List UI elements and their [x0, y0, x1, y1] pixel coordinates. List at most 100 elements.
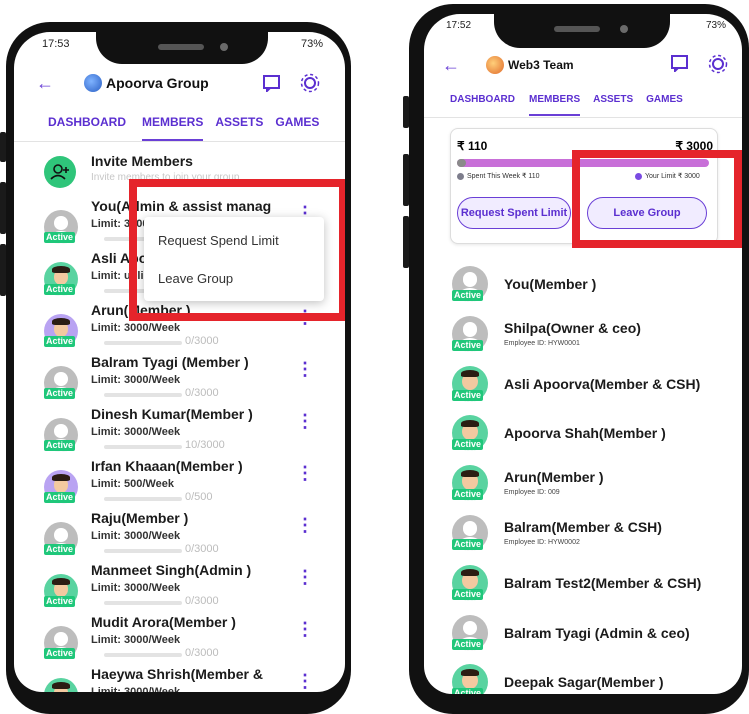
- member-row[interactable]: Active Deepak Sagar(Member ): [424, 660, 742, 694]
- back-arrow-icon[interactable]: ←: [442, 56, 460, 74]
- member-row[interactable]: Active Irfan Khaaan(Member ) Limit: 500/We…: [14, 458, 345, 512]
- usage-bar: [104, 497, 182, 501]
- add-user-icon: [50, 164, 69, 180]
- member-row[interactable]: Active Balram Tyagi (Member ) Limit: 3000/…: [14, 354, 345, 408]
- status-badge: Active: [44, 388, 76, 399]
- status-badge: Active: [44, 544, 76, 555]
- member-row[interactable]: Active Balram(Member & CSH) Employee ID: H…: [424, 511, 742, 559]
- tab-members[interactable]: MEMBERS: [142, 115, 204, 141]
- member-name: Balram(Member & CSH): [504, 519, 662, 535]
- highlight-box: [572, 150, 742, 248]
- status-badge: Active: [44, 440, 76, 451]
- tab-assets[interactable]: ASSETS: [215, 115, 263, 141]
- group-title: Apoorva Group: [106, 75, 209, 91]
- group-title: Web3 Team: [508, 58, 574, 72]
- member-row[interactable]: Active Raju(Member ) Limit: 3000/Week 0/300…: [14, 510, 345, 564]
- status-battery: 73%: [300, 38, 323, 50]
- member-row[interactable]: Active Shilpa(Owner & ceo) Employee ID: HY…: [424, 312, 742, 360]
- side-button: [403, 154, 409, 206]
- notch: [494, 14, 670, 48]
- usage-bar: [104, 445, 182, 449]
- usage-value: 0/3000: [185, 647, 219, 659]
- group-avatar: [84, 74, 102, 92]
- chat-icon[interactable]: [670, 54, 690, 72]
- member-name: Haeywa Shrish(Member &: [91, 666, 263, 682]
- member-limit: Limit: 3000/Week: [91, 634, 181, 646]
- member-limit: Limit: 3000/Week: [91, 374, 181, 386]
- more-options-icon[interactable]: ⋮: [296, 464, 314, 482]
- side-button: [403, 216, 409, 268]
- status-badge: Active: [452, 290, 484, 301]
- member-limit: Limit: 3000/Week: [91, 426, 181, 438]
- status-badge: Active: [452, 539, 484, 550]
- status-badge: Active: [452, 688, 484, 694]
- phone-right: 17:52 73% ← Web3 Team DASHBOARD MEMBERS …: [403, 4, 749, 714]
- invite-avatar: [44, 156, 76, 188]
- member-name: Raju(Member ): [91, 510, 189, 526]
- more-options-icon[interactable]: ⋮: [296, 672, 314, 690]
- status-badge: Active: [452, 439, 484, 451]
- settings-gear-icon[interactable]: [300, 73, 320, 93]
- member-limit: Limit: 500/Week: [91, 478, 174, 490]
- usage-value: 10/3000: [185, 439, 225, 451]
- tab-dashboard[interactable]: DASHBOARD: [48, 115, 126, 141]
- more-options-icon[interactable]: ⋮: [296, 412, 314, 430]
- usage-value: 0/3000: [185, 387, 219, 399]
- tab-divider: [424, 117, 742, 118]
- member-name: Arun(Member ): [504, 469, 604, 486]
- back-arrow-icon[interactable]: ←: [36, 74, 54, 92]
- tab-dashboard[interactable]: DASHBOARD: [450, 94, 515, 116]
- status-badge: Active: [44, 492, 76, 503]
- tab-members[interactable]: MEMBERS: [529, 94, 581, 116]
- more-options-icon[interactable]: ⋮: [296, 568, 314, 586]
- member-row[interactable]: Active Manmeet Singh(Admin ) Limit: 3000/W…: [14, 562, 345, 616]
- status-battery: 73%: [705, 20, 726, 31]
- member-name: Deepak Sagar(Member ): [504, 674, 664, 691]
- status-badge: Active: [44, 596, 76, 607]
- usage-bar: [104, 393, 182, 397]
- side-button: [403, 96, 409, 128]
- tab-games[interactable]: GAMES: [275, 115, 319, 141]
- settings-gear-icon[interactable]: [708, 54, 728, 74]
- member-row[interactable]: Active Asli Apoorva(Member & CSH): [424, 362, 742, 410]
- member-name: Shilpa(Owner & ceo): [504, 319, 641, 336]
- status-badge: Active: [44, 336, 76, 347]
- screen-left: 17:53 73% ← Apoorva Group DASHBOARD MEMB…: [14, 32, 345, 692]
- member-row[interactable]: Active Balram Test2(Member & CSH): [424, 561, 742, 609]
- invite-title: Invite Members: [91, 153, 193, 169]
- member-row[interactable]: Active Dinesh Kumar(Member ) Limit: 3000/W…: [14, 406, 345, 460]
- member-name: Irfan Khaaan(Member ): [91, 458, 243, 474]
- member-name: You(Member ): [504, 276, 597, 292]
- more-options-icon[interactable]: ⋮: [296, 516, 314, 534]
- tab-bar: DASHBOARD MEMBERS ASSETS GAMES: [48, 115, 319, 141]
- side-button: [0, 132, 6, 162]
- member-row[interactable]: ActiveHaeywa Shrish(Member &Limit: 3000/…: [14, 666, 345, 692]
- status-badge: Active: [452, 588, 484, 600]
- status-time: 17:53: [42, 38, 70, 50]
- member-row[interactable]: Active Balram Tyagi (Admin & ceo): [424, 611, 742, 659]
- tab-games[interactable]: GAMES: [646, 94, 683, 116]
- legend-spent: Spent This Week ₹ 110: [467, 173, 540, 180]
- employee-id: Employee ID: HYW0002: [504, 539, 580, 546]
- request-spent-limit-button[interactable]: Request Spent Limit: [457, 197, 571, 229]
- highlight-box: [129, 179, 345, 321]
- member-limit: Limit: 3000/Week: [91, 686, 181, 692]
- notch: [96, 32, 268, 64]
- status-badge: Active: [44, 232, 76, 243]
- member-row[interactable]: Active Mudit Arora(Member ) Limit: 3000/We…: [14, 614, 345, 668]
- member-name: Manmeet Singh(Admin ): [91, 562, 252, 578]
- avatar: [44, 678, 78, 692]
- more-options-icon[interactable]: ⋮: [296, 620, 314, 638]
- member-limit: Limit: 3000/Week: [91, 322, 181, 334]
- more-options-icon[interactable]: ⋮: [296, 360, 314, 378]
- usage-bar: [104, 549, 182, 553]
- screen-right: 17:52 73% ← Web3 Team DASHBOARD MEMBERS …: [424, 14, 742, 694]
- usage-bar: [104, 341, 182, 345]
- tab-assets[interactable]: ASSETS: [593, 94, 633, 116]
- chat-icon[interactable]: [262, 74, 282, 92]
- member-row[interactable]: Active Apoorva Shah(Member ): [424, 411, 742, 459]
- member-row[interactable]: Active You(Member ): [424, 262, 742, 310]
- member-row[interactable]: Active Arun(Member ) Employee ID: 009: [424, 461, 742, 509]
- usage-value: 0/3000: [185, 543, 219, 555]
- member-name: Balram Tyagi (Member ): [91, 354, 249, 370]
